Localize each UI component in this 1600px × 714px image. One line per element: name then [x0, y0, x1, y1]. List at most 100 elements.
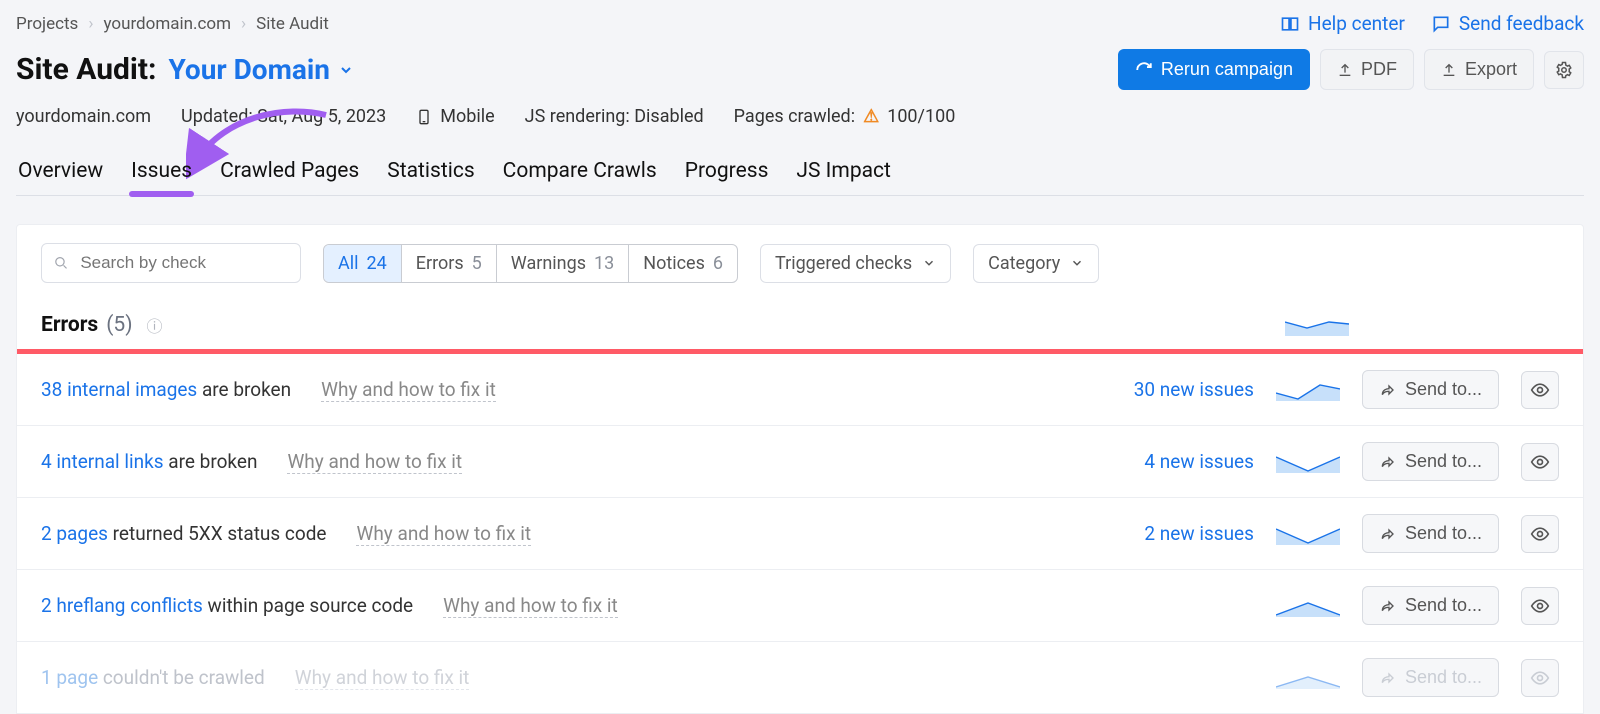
meta-crawled-label: Pages crawled:: [734, 106, 855, 127]
info-icon[interactable]: ⓘ: [147, 313, 163, 337]
meta-crawled-value: 100/100: [887, 106, 955, 127]
send-to-label: Send to...: [1405, 523, 1482, 544]
issue-row: 2 hreflang conflicts within page source …: [17, 570, 1583, 642]
share-arrow-icon: [1379, 454, 1395, 470]
eye-icon: [1530, 596, 1550, 616]
pdf-label: PDF: [1361, 59, 1397, 80]
segment-notices-label: Notices: [643, 253, 705, 274]
tab-crawled-pages[interactable]: Crawled Pages: [218, 159, 361, 183]
send-to-button[interactable]: Send to...: [1362, 442, 1499, 481]
sparkline-icon: [1276, 667, 1340, 689]
breadcrumb: Projects › yourdomain.com › Site Audit: [16, 14, 329, 34]
issue-row: 38 internal images are broken Why and ho…: [17, 354, 1583, 426]
segment-warnings-label: Warnings: [511, 253, 586, 274]
issue-text: are broken: [197, 378, 291, 401]
issue-link[interactable]: 4 internal links: [41, 450, 164, 473]
category-dropdown[interactable]: Category: [973, 244, 1099, 283]
send-to-label: Send to...: [1405, 379, 1482, 400]
sparkline-icon: [1276, 595, 1340, 617]
why-fix-link[interactable]: Why and how to fix it: [321, 378, 496, 402]
eye-button[interactable]: [1521, 515, 1559, 553]
mobile-icon: [416, 107, 432, 127]
segment-all[interactable]: All 24: [324, 245, 401, 282]
segment-warnings[interactable]: Warnings 13: [496, 245, 628, 282]
category-label: Category: [988, 253, 1060, 274]
search-input[interactable]: [78, 252, 288, 274]
settings-button[interactable]: [1544, 51, 1584, 89]
help-center-link[interactable]: Help center: [1280, 12, 1405, 35]
segment-all-count: 24: [367, 253, 387, 274]
why-fix-link[interactable]: Why and how to fix it: [356, 522, 531, 546]
issue-row: 4 internal links are broken Why and how …: [17, 426, 1583, 498]
issue-link[interactable]: 2 hreflang conflicts: [41, 594, 203, 617]
eye-button[interactable]: [1521, 659, 1559, 697]
segment-notices[interactable]: Notices 6: [628, 245, 737, 282]
book-icon: [1280, 14, 1300, 34]
tab-js-impact[interactable]: JS Impact: [794, 159, 892, 183]
share-arrow-icon: [1379, 670, 1395, 686]
new-issues-link[interactable]: 2 new issues: [1144, 522, 1254, 545]
issue-link[interactable]: 2 pages: [41, 522, 108, 545]
eye-icon: [1530, 452, 1550, 472]
issue-text: are broken: [164, 450, 258, 473]
gear-icon: [1555, 61, 1573, 79]
tab-compare-crawls[interactable]: Compare Crawls: [501, 159, 659, 183]
send-to-button[interactable]: Send to...: [1362, 586, 1499, 625]
issues-panel: All 24 Errors 5 Warnings 13 Notices 6 Tr…: [16, 224, 1584, 714]
why-fix-link[interactable]: Why and how to fix it: [295, 666, 470, 690]
tab-overview[interactable]: Overview: [16, 159, 105, 183]
export-button[interactable]: Export: [1424, 49, 1534, 90]
tabs: Overview Issues Crawled Pages Statistics…: [16, 159, 1584, 196]
why-fix-link[interactable]: Why and how to fix it: [287, 450, 462, 474]
sparkline-icon: [1285, 314, 1349, 336]
upload-icon: [1337, 62, 1353, 78]
meta-mobile: Mobile: [416, 106, 494, 127]
upload-icon: [1441, 62, 1457, 78]
domain-selector[interactable]: Your Domain: [168, 53, 354, 86]
segment-warnings-count: 13: [594, 253, 614, 274]
chevron-down-icon: [1070, 256, 1084, 270]
export-label: Export: [1465, 59, 1517, 80]
issue-link[interactable]: 1 page: [41, 666, 98, 689]
chevron-right-icon: ›: [88, 14, 93, 34]
segment-errors-count: 5: [472, 253, 482, 274]
send-to-button[interactable]: Send to...: [1362, 514, 1499, 553]
new-issues-link[interactable]: 4 new issues: [1144, 450, 1254, 473]
triggered-checks-dropdown[interactable]: Triggered checks: [760, 244, 951, 283]
send-feedback-link[interactable]: Send feedback: [1431, 12, 1584, 35]
eye-button[interactable]: [1521, 587, 1559, 625]
search-icon: [54, 255, 68, 271]
pdf-button[interactable]: PDF: [1320, 49, 1414, 90]
send-to-button[interactable]: Send to...: [1362, 658, 1499, 697]
tab-progress[interactable]: Progress: [683, 159, 771, 183]
tab-issues[interactable]: Issues: [129, 159, 194, 183]
issue-row: 1 page couldn't be crawled Why and how t…: [17, 642, 1583, 713]
meta-updated: Updated: Sat, Aug 5, 2023: [181, 106, 386, 127]
segment-errors[interactable]: Errors 5: [401, 245, 496, 282]
share-arrow-icon: [1379, 526, 1395, 542]
new-issues-link[interactable]: 30 new issues: [1134, 378, 1254, 401]
send-to-label: Send to...: [1405, 451, 1482, 472]
sparkline-icon: [1276, 523, 1340, 545]
severity-segment: All 24 Errors 5 Warnings 13 Notices 6: [323, 244, 738, 283]
eye-icon: [1530, 668, 1550, 688]
segment-all-label: All: [338, 253, 359, 274]
meta-crawled: Pages crawled: ⚠ 100/100: [734, 106, 956, 127]
send-to-button[interactable]: Send to...: [1362, 370, 1499, 409]
breadcrumb-item[interactable]: yourdomain.com: [103, 14, 231, 34]
sparkline-icon: [1276, 451, 1340, 473]
help-center-label: Help center: [1308, 12, 1405, 35]
rerun-label: Rerun campaign: [1161, 59, 1293, 80]
issue-link[interactable]: 38 internal images: [41, 378, 197, 401]
eye-button[interactable]: [1521, 443, 1559, 481]
why-fix-link[interactable]: Why and how to fix it: [443, 594, 618, 618]
send-to-label: Send to...: [1405, 595, 1482, 616]
send-feedback-label: Send feedback: [1459, 12, 1584, 35]
domain-selector-label: Your Domain: [168, 53, 330, 86]
search-input-wrapper[interactable]: [41, 243, 301, 283]
meta-js: JS rendering: Disabled: [525, 106, 704, 127]
tab-statistics[interactable]: Statistics: [385, 159, 476, 183]
rerun-campaign-button[interactable]: Rerun campaign: [1118, 49, 1310, 90]
breadcrumb-item[interactable]: Projects: [16, 14, 78, 34]
eye-button[interactable]: [1521, 371, 1559, 409]
